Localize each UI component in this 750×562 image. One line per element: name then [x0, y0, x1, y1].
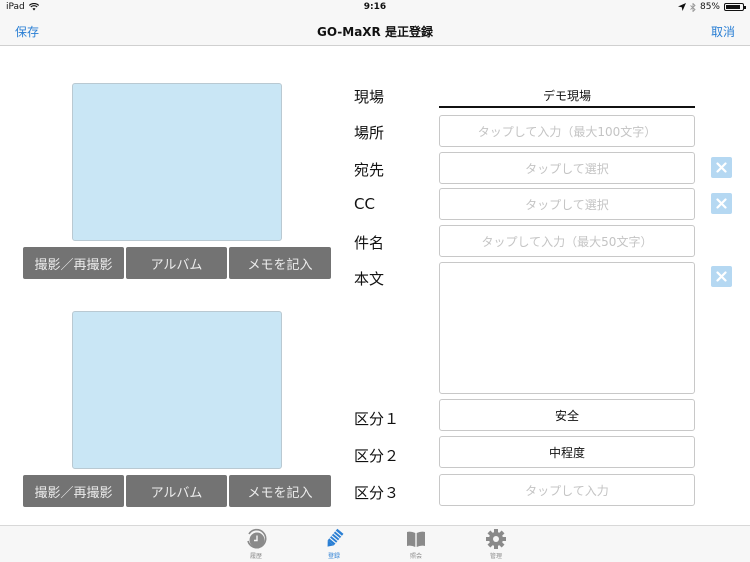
category3-input[interactable]: タップして入力 [439, 474, 695, 506]
to-clear-button[interactable] [711, 157, 732, 178]
photo-2-placeholder[interactable] [72, 311, 282, 469]
close-icon [716, 162, 727, 173]
navigation-bar: 保存 GO-MaXR 是正登録 取消 [0, 16, 750, 46]
gear-icon [486, 529, 506, 549]
status-bar: iPad 9:16 85% [0, 0, 750, 16]
battery-icon [724, 3, 746, 11]
location-arrow-icon [677, 3, 686, 11]
body-textarea[interactable] [439, 262, 695, 394]
photo-1-capture-button[interactable]: 撮影／再撮影 [23, 247, 124, 279]
bluetooth-icon [690, 2, 696, 12]
category2-label: 区分２ [354, 447, 400, 465]
body-clear-button[interactable] [711, 266, 732, 287]
tab-manage-label: 管理 [489, 553, 502, 560]
book-icon [407, 531, 425, 547]
photo-2-capture-button[interactable]: 撮影／再撮影 [23, 475, 124, 507]
site-value: デモ現場 [439, 84, 695, 108]
body-label: 本文 [354, 270, 385, 288]
history-clock-icon [247, 528, 267, 549]
cc-clear-button[interactable] [711, 193, 732, 214]
close-icon [716, 271, 727, 282]
tab-manage[interactable]: 管理 [471, 528, 521, 560]
battery-fill [726, 5, 740, 9]
category3-label: 区分３ [354, 484, 400, 502]
tab-inquiry[interactable]: 照会 [391, 528, 441, 560]
photo-1-album-button[interactable]: アルバム [126, 247, 227, 279]
to-select[interactable]: タップして選択 [439, 152, 695, 184]
tab-register-label: 登録 [327, 553, 340, 560]
cancel-button[interactable]: 取消 [711, 23, 735, 40]
site-label: 現場 [354, 88, 385, 106]
photo-2-memo-button[interactable]: メモを記入 [229, 475, 331, 507]
tab-history[interactable]: 履歴 [231, 528, 281, 560]
category1-label: 区分１ [354, 410, 400, 428]
photo-2-album-button[interactable]: アルバム [126, 475, 227, 507]
close-icon [716, 198, 727, 209]
subject-input[interactable]: タップして入力（最大50文字） [439, 225, 695, 257]
tab-inquiry-label: 照会 [409, 553, 422, 560]
photo-1-placeholder[interactable] [72, 83, 282, 241]
tab-register[interactable]: 登録 [309, 528, 359, 560]
photo-1-memo-button[interactable]: メモを記入 [229, 247, 331, 279]
cc-label: CC [354, 195, 375, 213]
tab-bar: 履歴 登録 照会 管理 [0, 525, 750, 562]
location-input[interactable]: タップして入力（最大100文字） [439, 115, 695, 147]
battery-percent: 85% [699, 2, 720, 12]
cc-select[interactable]: タップして選択 [439, 188, 695, 220]
location-label: 場所 [354, 124, 385, 142]
tab-history-label: 履歴 [249, 553, 262, 560]
pencil-icon [327, 528, 344, 547]
clock: 9:16 [363, 2, 387, 12]
category1-select[interactable]: 安全 [439, 399, 695, 431]
category2-select[interactable]: 中程度 [439, 436, 695, 468]
photo-2-buttons: 撮影／再撮影 アルバム メモを記入 [23, 475, 331, 507]
subject-label: 件名 [354, 234, 385, 252]
page-title: GO-MaXR 是正登録 [317, 25, 433, 39]
to-label: 宛先 [354, 161, 385, 179]
photo-1-buttons: 撮影／再撮影 アルバム メモを記入 [23, 247, 331, 279]
